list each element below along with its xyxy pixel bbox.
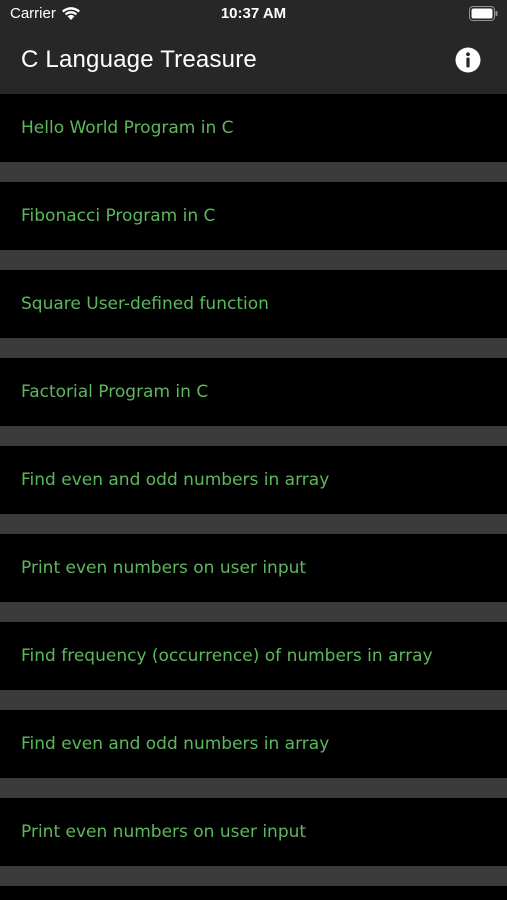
list-item-label: Fibonacci Program in C [21, 206, 216, 226]
list-item[interactable]: Find even and odd numbers in array [0, 446, 507, 514]
program-list: Hello World Program in C Fibonacci Progr… [0, 94, 507, 886]
list-item-label: Factorial Program in C [21, 382, 209, 402]
list-item[interactable]: Find even and odd numbers in array [0, 710, 507, 778]
list-item-label: Square User-defined function [21, 294, 269, 314]
info-icon[interactable] [455, 47, 481, 73]
row-separator [0, 602, 507, 622]
row-separator [0, 250, 507, 270]
list-item[interactable]: Print even numbers on user input [0, 534, 507, 602]
navigation-bar: C Language Treasure [0, 28, 507, 94]
row-separator [0, 162, 507, 182]
list-item[interactable]: Fibonacci Program in C [0, 182, 507, 250]
page-title: C Language Treasure [21, 46, 257, 73]
list-item[interactable]: Hello World Program in C [0, 94, 507, 162]
row-separator [0, 338, 507, 358]
status-bar: Carrier 10:37 AM [0, 0, 507, 28]
row-separator [0, 514, 507, 534]
list-item-label: Find even and odd numbers in array [21, 734, 330, 754]
list-item[interactable]: Factorial Program in C [0, 358, 507, 426]
list-item[interactable]: Square User-defined function [0, 270, 507, 338]
battery-icon [469, 6, 498, 21]
list-item-label: Find frequency (occurrence) of numbers i… [21, 646, 433, 666]
list-item-label: Print even numbers on user input [21, 822, 307, 842]
list-item-label: Find even and odd numbers in array [21, 470, 330, 490]
row-separator [0, 690, 507, 710]
list-item-label: Hello World Program in C [21, 118, 234, 138]
list-item[interactable]: Print even numbers on user input [0, 798, 507, 866]
list-item[interactable]: Find frequency (occurrence) of numbers i… [0, 622, 507, 690]
clock: 10:37 AM [220, 5, 287, 22]
row-separator [0, 866, 507, 886]
row-separator [0, 778, 507, 798]
app-screen: Carrier 10:37 AM C Language Treasure Hel… [0, 0, 507, 900]
list-item-label: Print even numbers on user input [21, 558, 307, 578]
row-separator [0, 426, 507, 446]
